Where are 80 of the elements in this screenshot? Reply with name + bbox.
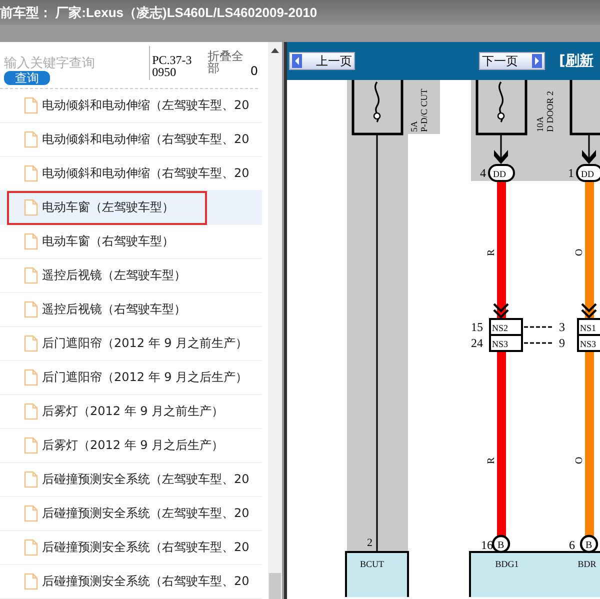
right-arrow-icon xyxy=(532,54,542,68)
pin-number: 1 xyxy=(568,166,574,180)
document-icon xyxy=(24,505,38,522)
list-item[interactable]: 电动倾斜和电动伸缩（左驾驶车型、20 xyxy=(0,89,262,123)
scroll-up-icon[interactable] xyxy=(271,48,279,53)
document-icon xyxy=(24,403,38,420)
list-item[interactable]: 后门遮阳帘（2012 年 9 月之后生产） xyxy=(0,361,262,395)
list-item[interactable]: 后雾灯（2012 年 9 月之前生产） xyxy=(0,395,262,429)
list-item[interactable]: 后门遮阳帘（2012 年 9 月之前生产） xyxy=(0,327,262,361)
fuse-symbol xyxy=(570,80,600,136)
document-icon xyxy=(24,369,38,386)
connector-label: B xyxy=(498,540,504,551)
connector-circle xyxy=(492,534,510,554)
window-title: 前车型： 厂家:Lexus（凌志)LS460L/LS4602009-2010 xyxy=(0,4,318,22)
junction-label: NS3 xyxy=(492,339,508,349)
document-icon xyxy=(24,539,38,556)
terminal-label: BDG1 xyxy=(495,559,519,569)
list-item[interactable]: 电动车窗（右驾驶车型） xyxy=(0,225,262,259)
list-item[interactable]: 后雾灯（2012 年 9 月之后生产） xyxy=(0,429,262,463)
junction-box xyxy=(489,318,523,336)
part-code: PC.37-30950 xyxy=(149,46,198,80)
fuse-symbol xyxy=(476,80,528,136)
chevron-icon xyxy=(580,302,598,319)
item-count: 0 xyxy=(250,64,258,80)
terminal-label: BDR xyxy=(578,559,596,569)
wire-code: O xyxy=(574,248,585,256)
list-item[interactable]: 遥控后视镜（左驾驶车型） xyxy=(0,259,262,293)
pin-number: 16 xyxy=(481,538,493,552)
wire-code: R xyxy=(486,249,497,256)
document-icon xyxy=(24,301,38,318)
fuse-symbol xyxy=(352,80,404,136)
list-item[interactable]: 电动车窗（左驾驶车型） xyxy=(0,191,262,225)
fuse-rating: 5A xyxy=(409,121,419,132)
junction-label: NS1 xyxy=(580,323,596,333)
fuse-rating: 10A xyxy=(535,116,545,132)
chevron-icon xyxy=(492,302,510,319)
document-icon xyxy=(24,437,38,454)
junction-label: NS3 xyxy=(580,339,596,349)
document-icon xyxy=(24,573,38,590)
next-page-button[interactable]: 下一页 xyxy=(479,52,545,70)
arrow-connector xyxy=(582,134,596,164)
document-icon xyxy=(24,131,38,148)
list-item[interactable]: 后碰撞预测安全系统（左驾驶车型、20 xyxy=(0,463,262,497)
pin-number: 24 xyxy=(471,336,483,350)
dashed-line xyxy=(523,326,555,344)
previous-page-button[interactable]: 上一页 xyxy=(289,52,355,70)
connector-label: DD xyxy=(581,169,594,179)
list-item[interactable]: 后碰撞预测安全系统（右驾驶车型、20 xyxy=(0,565,262,599)
list-item[interactable]: 电动倾斜和电动伸缩（右驾驶车型、20 xyxy=(0,123,262,157)
terminal-label: BCUT xyxy=(360,559,384,569)
connector-label: B xyxy=(586,540,592,551)
scroll-thumb[interactable] xyxy=(269,573,281,599)
junction-label: NS2 xyxy=(492,323,508,333)
pin-number: 15 xyxy=(471,320,483,334)
list-item[interactable]: 后碰撞预测安全系统（左驾驶车型、20 xyxy=(0,497,262,531)
list-item[interactable]: 遥控后视镜（右驾驶车型） xyxy=(0,293,262,327)
pin-number: 6 xyxy=(569,538,575,552)
wire-code: O xyxy=(574,456,585,464)
document-icon xyxy=(24,267,38,284)
document-icon xyxy=(24,199,38,216)
pin-number: 3 xyxy=(559,320,565,334)
document-icon xyxy=(24,165,38,182)
fuse-name: D DOOR 2 xyxy=(545,90,555,132)
junction-box xyxy=(489,334,523,352)
pin-number: 4 xyxy=(480,166,486,180)
document-icon xyxy=(24,233,38,250)
document-icon xyxy=(24,97,38,114)
list-item[interactable]: 后碰撞预测安全系统（右驾驶车型、20 xyxy=(0,531,262,565)
refresh-link[interactable]: [刷新 xyxy=(559,52,594,70)
left-arrow-icon xyxy=(292,54,302,68)
collapse-all-link[interactable]: 折叠全部 xyxy=(208,42,244,88)
document-icon xyxy=(24,471,38,488)
document-icon xyxy=(24,335,38,352)
search-button[interactable]: 查询 xyxy=(4,71,50,85)
pin-number: 2 xyxy=(367,537,372,549)
fuse-name: P-D/C CUT xyxy=(419,88,429,132)
arrow-connector xyxy=(494,134,508,164)
wire-code: R xyxy=(486,457,497,464)
pin-number: 9 xyxy=(559,336,565,350)
connector-label: DD xyxy=(493,169,506,179)
